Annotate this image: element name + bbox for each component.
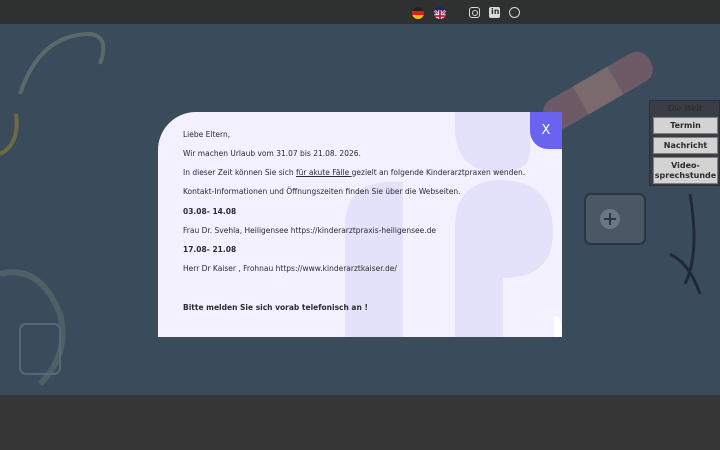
flag-de-icon[interactable]	[412, 7, 424, 19]
side-menu-title: Die Welt	[667, 104, 703, 113]
instagram-icon[interactable]	[469, 7, 480, 18]
footer-area	[0, 395, 720, 450]
close-button[interactable]: X	[530, 112, 562, 149]
video-sprechstunde-button[interactable]: Video- sprechstunde	[653, 157, 718, 184]
urgent-cases-prefix: In dieser Zeit können Sie sich	[183, 168, 296, 177]
urgent-cases-text: In dieser Zeit können Sie sich für akute…	[183, 168, 525, 177]
nachricht-button[interactable]: Nachricht	[653, 137, 718, 154]
top-bar: in	[0, 0, 720, 24]
greeting-text: Liebe Eltern,	[183, 130, 231, 139]
whatsapp-icon[interactable]	[509, 7, 520, 18]
side-menu: Die Welt Termin Nachricht Video- sprechs…	[649, 100, 720, 186]
phone-notice-text: Bitte melden Sie sich vorab telefonisch …	[183, 303, 368, 312]
period-1-heading: 03.08- 14.08	[183, 207, 237, 216]
vacation-notice-modal: X Liebe Eltern, Wir machen Urlaub vom 31…	[158, 112, 562, 337]
contact-info-text: Kontakt-Informationen und Öffnungszeiten…	[183, 187, 461, 196]
period-2-heading: 17.08- 21.08	[183, 245, 237, 254]
termin-button[interactable]: Termin	[653, 117, 718, 134]
flag-uk-icon[interactable]	[434, 7, 446, 19]
urgent-cases-link[interactable]: für akute Fälle	[296, 168, 352, 177]
vacation-text: Wir machen Urlaub vom 31.07 bis 21.08. 2…	[183, 149, 361, 158]
linkedin-icon[interactable]: in	[489, 7, 500, 18]
doctor-2-text: Herr Dr Kaiser , Frohnau https://www.kin…	[183, 264, 397, 273]
doctor-1-text: Frau Dr. Svehla, Heiligensee https://kin…	[183, 226, 436, 235]
urgent-cases-suffix: gezielt an folgende Kinderarztpraxen wen…	[351, 168, 526, 177]
linkedin-glyph: in	[491, 7, 500, 16]
